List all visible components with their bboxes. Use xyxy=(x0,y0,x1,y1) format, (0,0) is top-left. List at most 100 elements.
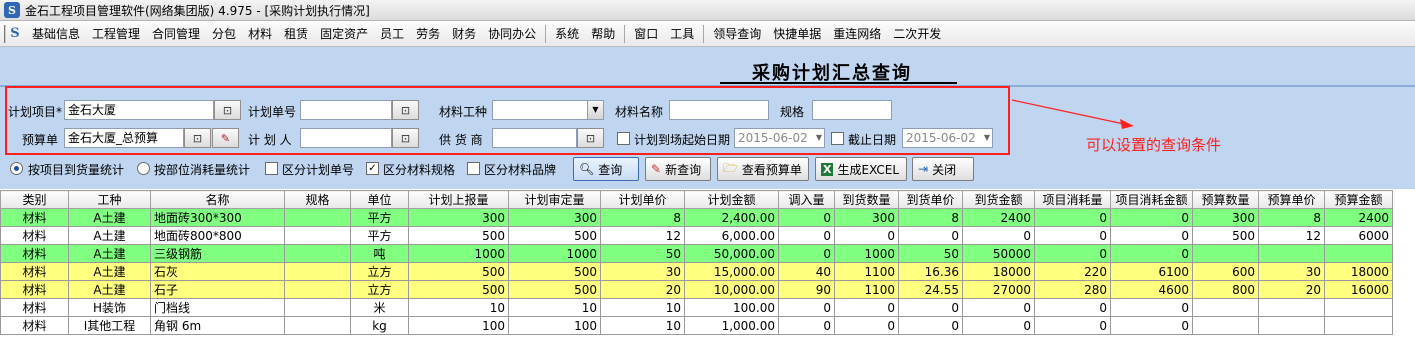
menu-separator xyxy=(545,24,547,43)
table-row[interactable]: 材料 H装饰 门档线米 10 10 10 100.00 0 0 0 0 0 0 xyxy=(0,298,1393,317)
table-cell: 500 xyxy=(408,226,509,245)
column-header[interactable]: 到货金额 xyxy=(962,190,1035,209)
radio-by-project[interactable] xyxy=(10,162,23,175)
menu-finance[interactable]: 财务 xyxy=(446,23,482,45)
menu-logo-icon[interactable]: S xyxy=(4,24,24,43)
table-row[interactable]: 材料 A土建 石子 立方 500 500 20 10,000.00 90 1100 24.55 270… xyxy=(0,280,1393,299)
table-cell: 10 xyxy=(508,298,601,317)
table-cell: 500 xyxy=(408,280,509,299)
column-header[interactable]: 预算单价 xyxy=(1258,190,1325,209)
table-cell: 18000 xyxy=(1324,262,1393,281)
table-cell: 1000 xyxy=(508,244,601,263)
menu-subcontract[interactable]: 分包 xyxy=(206,23,242,45)
table-cell xyxy=(284,226,351,245)
table-cell: 0 xyxy=(898,316,963,335)
column-header[interactable]: 单位 xyxy=(350,190,409,209)
table-cell: 15,000.00 xyxy=(684,262,779,281)
column-header[interactable]: 类别 xyxy=(0,190,69,209)
table-cell: 立方 xyxy=(350,262,409,281)
query-button-label: 查询 xyxy=(598,162,623,177)
export-excel-button-label: 生成EXCEL xyxy=(837,162,900,177)
menu-basic-info[interactable]: 基础信息 xyxy=(26,23,86,45)
menu-help[interactable]: 帮助 xyxy=(585,23,621,45)
table-cell: 800 xyxy=(1192,280,1259,299)
menu-lease[interactable]: 租赁 xyxy=(278,23,314,45)
menu-separator xyxy=(624,24,626,43)
menu-window[interactable]: 窗口 xyxy=(628,23,664,45)
table-cell xyxy=(284,262,351,281)
checkbox-plan-no-label: 区分计划单号 xyxy=(282,163,355,177)
table-cell: 地面砖800*800 xyxy=(150,226,285,245)
table-cell: 平方 xyxy=(350,226,409,245)
column-header[interactable]: 调入量 xyxy=(778,190,835,209)
close-button[interactable]: ⇥ 关闭 xyxy=(912,157,974,181)
table-cell: 30 xyxy=(600,262,685,281)
table-cell: 500 xyxy=(508,226,601,245)
menu-collab-office[interactable]: 协同办公 xyxy=(482,23,542,45)
checkbox-plan-no[interactable] xyxy=(265,162,278,175)
excel-icon: X xyxy=(821,162,834,176)
column-header[interactable]: 计划上报量 xyxy=(408,190,509,209)
menu-fixed-assets[interactable]: 固定资产 xyxy=(314,23,374,45)
table-cell: 0 xyxy=(834,298,899,317)
menu-material[interactable]: 材料 xyxy=(242,23,278,45)
title-underline xyxy=(720,82,957,84)
search-icon: 🔍︎ xyxy=(579,162,595,176)
radio-by-part[interactable] xyxy=(137,162,150,175)
table-cell: 材料 xyxy=(0,244,69,263)
table-row[interactable]: 材料 I其他工程 角钢 6m kg 100 100 10 1,000.00 0 0 0 0 0 0 xyxy=(0,316,1393,335)
radio-by-part-label: 按部位消耗量统计 xyxy=(154,163,251,177)
column-header[interactable]: 到货数量 xyxy=(834,190,899,209)
window-title: 金石工程项目管理软件(网络集团版) 4.975 - [采购计划执行情况] xyxy=(25,3,370,18)
column-header[interactable]: 项目消耗金额 xyxy=(1110,190,1193,209)
table-cell: 0 xyxy=(1034,226,1111,245)
menu-leader-query[interactable]: 领导查询 xyxy=(707,23,767,45)
new-query-button[interactable]: ✎ 新查询 xyxy=(645,157,711,181)
column-header[interactable]: 项目消耗量 xyxy=(1034,190,1111,209)
table-cell: 0 xyxy=(778,226,835,245)
column-header[interactable]: 预算金额 xyxy=(1324,190,1393,209)
menu-system[interactable]: 系统 xyxy=(549,23,585,45)
column-header[interactable]: 名称 xyxy=(150,190,285,209)
column-header[interactable]: 规格 xyxy=(284,190,351,209)
menu-secondary-dev[interactable]: 二次开发 xyxy=(887,23,947,45)
folder-icon: 🗁 xyxy=(723,160,738,175)
table-cell: 0 xyxy=(1110,208,1193,227)
table-cell: 10 xyxy=(600,316,685,335)
table-row[interactable]: 材料 A土建 石灰 立方 500 500 30 15,000.00 40 1100 16.36 180… xyxy=(0,262,1393,281)
menu-reconnect[interactable]: 重连网络 xyxy=(827,23,887,45)
table-cell: 500 xyxy=(408,262,509,281)
table-cell: 8 xyxy=(1258,208,1325,227)
column-header[interactable]: 工种 xyxy=(68,190,151,209)
table-cell: 8 xyxy=(600,208,685,227)
menu-labor[interactable]: 劳务 xyxy=(410,23,446,45)
table-header-row: 类别 工种 名称 规格 单位 计划上报量 计划审定量 计划单价 计划金额 调入量 到货数量 到货单价到… xyxy=(0,190,1393,209)
table-cell: 0 xyxy=(1034,316,1111,335)
menu-staff[interactable]: 员工 xyxy=(374,23,410,45)
table-cell xyxy=(284,316,351,335)
table-cell: 24.55 xyxy=(898,280,963,299)
table-row[interactable]: 材料 A土建 地面砖800*800 平方 500 500 12 6,000.00 0 0 0 0 0 0 5… xyxy=(0,226,1393,245)
column-header[interactable]: 计划金额 xyxy=(684,190,779,209)
column-header[interactable]: 到货单价 xyxy=(898,190,963,209)
column-header[interactable]: 预算数量 xyxy=(1192,190,1259,209)
menu-contract-mgmt[interactable]: 合同管理 xyxy=(146,23,206,45)
query-button[interactable]: 🔍︎ 查询 xyxy=(573,157,639,181)
table-row[interactable]: 材料 A土建 地面砖300*300 平方 300 300 8 2,400.00 0 300 8 240… xyxy=(0,208,1393,227)
table-cell xyxy=(1324,298,1393,317)
checkbox-brand[interactable] xyxy=(467,162,480,175)
table-cell: 2,400.00 xyxy=(684,208,779,227)
view-budget-button[interactable]: 🗁 查看预算单 xyxy=(717,157,809,181)
checkbox-spec[interactable]: ✓ xyxy=(366,162,379,175)
column-header[interactable]: 计划单价 xyxy=(600,190,685,209)
menu-quick-docs[interactable]: 快捷单据 xyxy=(767,23,827,45)
table-cell: 2400 xyxy=(962,208,1035,227)
table-cell: 材料 xyxy=(0,208,69,227)
menu-project-mgmt[interactable]: 工程管理 xyxy=(86,23,146,45)
table-cell: 6,000.00 xyxy=(684,226,779,245)
column-header[interactable]: 计划审定量 xyxy=(508,190,601,209)
table-row[interactable]: 材料 A土建 三级钢筋吨 1000 1000 50 50,000.00 0 1000 50 5000… xyxy=(0,244,1393,263)
export-excel-button[interactable]: X 生成EXCEL xyxy=(815,157,907,181)
table-cell: 16000 xyxy=(1324,280,1393,299)
menu-tools[interactable]: 工具 xyxy=(664,23,700,45)
